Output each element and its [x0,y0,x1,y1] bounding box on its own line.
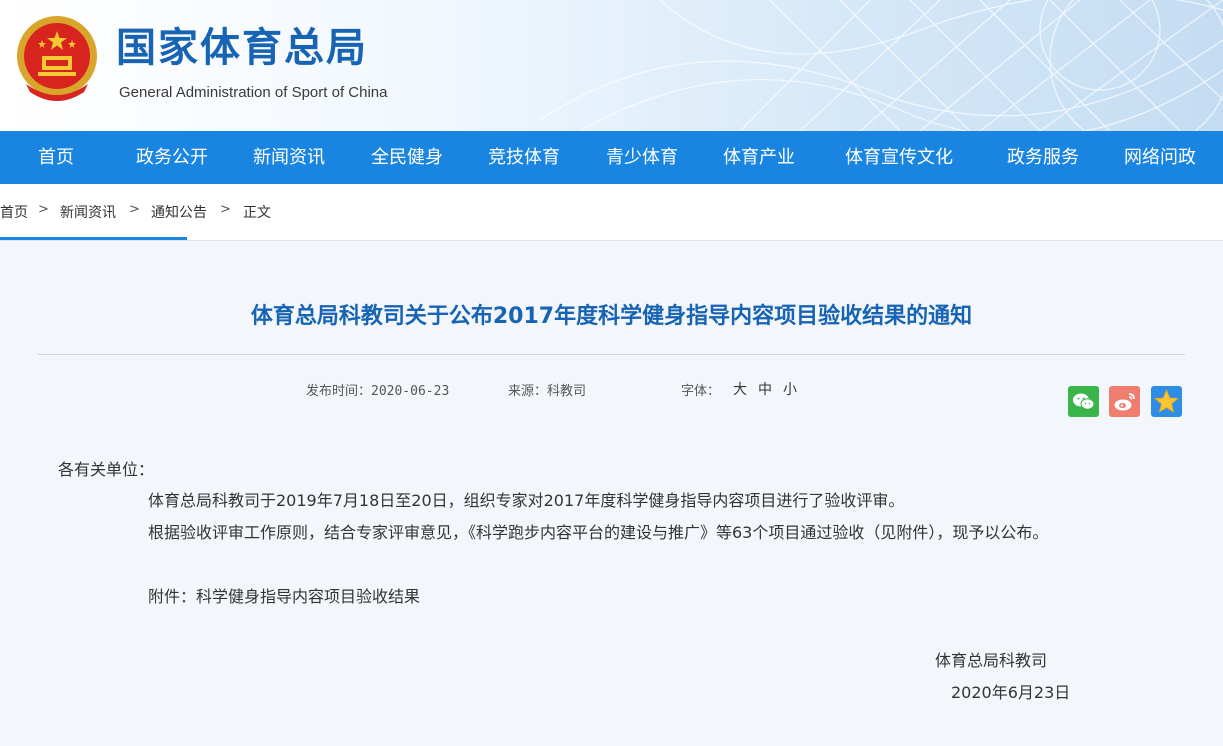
main-nav: 首页 政务公开 新闻资讯 全民健身 竞技体育 青少体育 体育产业 体育宣传文化 … [0,131,1223,184]
breadcrumb-news[interactable]: 新闻资讯 [60,202,116,222]
header-stadium-pattern [540,0,1223,131]
national-emblem-icon [17,16,97,101]
font-size-small-button[interactable]: 小 [783,379,797,399]
nav-item-home[interactable]: 首页 [38,131,74,184]
signature-org: 体育总局科教司 [935,651,1048,670]
nav-item-sports-industry[interactable]: 体育产业 [723,131,795,184]
site-title[interactable]: 国家体育总局 [116,22,368,74]
nav-item-government-affairs[interactable]: 政务公开 [136,131,208,184]
nav-item-sports-culture[interactable]: 体育宣传文化 [845,131,953,184]
breadcrumb: 首页 > 新闻资讯 > 通知公告 > 正文 [0,184,1223,241]
article-source: 来源：科教司 [508,384,587,399]
nav-item-government-services[interactable]: 政务服务 [1007,131,1079,184]
weibo-icon[interactable] [1109,386,1140,417]
title-divider [38,354,1185,355]
breadcrumb-separator: > [38,202,49,217]
breadcrumb-current: 正文 [243,205,271,221]
nav-item-national-fitness[interactable]: 全民健身 [371,131,443,184]
nav-item-youth-sports[interactable]: 青少体育 [606,131,678,184]
wechat-glyph-icon [1073,393,1095,410]
font-size-medium-button[interactable]: 中 [758,379,772,399]
breadcrumb-notices[interactable]: 通知公告 [151,202,207,222]
wechat-icon[interactable] [1068,386,1099,417]
article: 体育总局科教司关于公布2017年度科学健身指导内容项目验收结果的通知 发布时间：… [0,258,1223,746]
font-size-large-button[interactable]: 大 [733,379,747,399]
font-size-label: 字体： [681,384,721,399]
paragraph-2: 根据验收评审工作原则，结合专家评审意见，《科学跑步内容平台的建设与推广》等63个… [148,523,1049,542]
site-header: 国家体育总局 General Administration of Sport o… [0,0,1223,131]
site-subtitle: General Administration of Sport of China [119,84,388,101]
paragraph-1: 体育总局科教司于2019年7月18日至20日，组织专家对2017年度科学健身指导… [148,491,905,510]
breadcrumb-home[interactable]: 首页 [0,202,28,222]
weibo-glyph-icon [1114,393,1135,411]
qzone-star-icon [1153,388,1180,413]
nav-item-news[interactable]: 新闻资讯 [253,131,325,184]
article-title: 体育总局科教司关于公布2017年度科学健身指导内容项目验收结果的通知 [250,304,973,329]
breadcrumb-separator: > [129,202,140,217]
attachment-link[interactable]: 附件：科学健身指导内容项目验收结果 [148,583,420,607]
breadcrumb-active-underline [0,237,187,240]
qzone-icon[interactable] [1151,386,1182,417]
nav-item-competitive-sports[interactable]: 竞技体育 [488,131,560,184]
breadcrumb-separator: > [220,202,231,217]
salutation: 各有关单位： [58,460,155,479]
signature-date: 2020年6月23日 [951,683,1071,702]
nav-item-online-inquiry[interactable]: 网络问政 [1124,131,1196,184]
publish-date: 发布时间：2020-06-23 [306,384,450,399]
